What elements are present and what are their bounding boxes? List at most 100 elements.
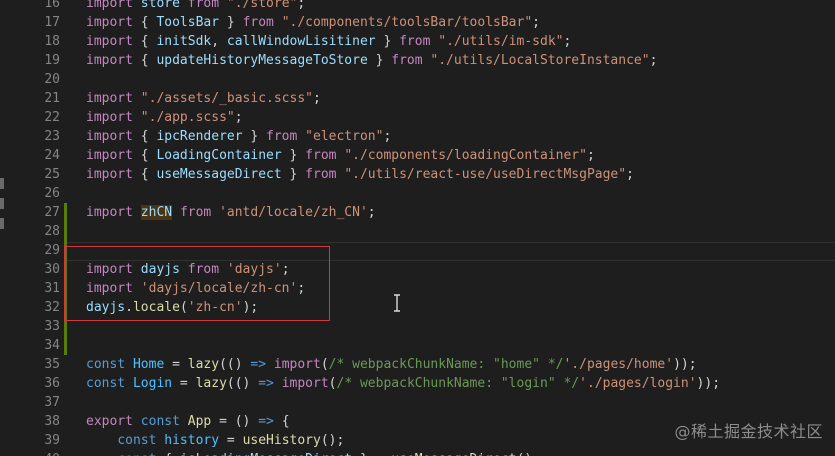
code-token: import [86, 91, 133, 106]
code-token: ipcRenderer [156, 129, 243, 144]
git-added-gutter-marker[interactable] [64, 203, 67, 222]
code-line[interactable]: 23 import { ipcRenderer } from "electron"… [0, 127, 835, 146]
code-token: ; [532, 15, 540, 30]
code-line[interactable]: 17 import { ToolsBar } from "./components… [0, 13, 835, 32]
left-edge-marker [0, 198, 4, 209]
code-line[interactable]: 19 import { updateHistoryMessageToStore }… [0, 51, 835, 70]
git-added-gutter-marker[interactable] [64, 336, 67, 355]
code-token: export [86, 414, 133, 429]
code-line[interactable]: 40 const { isLoadingMessageDirect } = us… [0, 450, 835, 456]
code-text: import { useMessageDirect } from "./util… [86, 165, 634, 184]
code-text: import { ToolsBar } from "./components/t… [86, 13, 540, 32]
code-token: from [391, 53, 423, 68]
code-token: } [219, 15, 243, 30]
code-token: from [187, 0, 220, 11]
code-token: './pages/home' [563, 357, 674, 372]
line-number: 18 [44, 34, 60, 49]
line-number: 22 [44, 110, 60, 125]
code-text: import { initSdk, callWindowLisitiner } … [86, 32, 571, 51]
line-number: 32 [44, 300, 60, 315]
code-token: import [273, 357, 321, 372]
code-token: { [132, 34, 157, 49]
code-line[interactable]: 22 import "./app.scss"; [0, 108, 835, 127]
code-token: from [179, 205, 212, 220]
code-line[interactable]: 20 [0, 70, 835, 89]
code-token: "./components/toolsBar/toolsBar" [281, 15, 533, 30]
code-editor[interactable]: 16 import store from "./store"; 17 import {… [0, 0, 835, 456]
code-line[interactable]: 25 import { useMessageDirect } from "./ut… [0, 165, 835, 184]
code-line[interactable]: 18 import { initSdk, callWindowLisitiner … [0, 32, 835, 51]
code-token: import [281, 376, 329, 391]
code-text: export const App = () => { [86, 412, 290, 431]
code-line[interactable]: 16 import store from "./store"; [0, 0, 835, 13]
code-token: } [242, 129, 267, 144]
line-number: 30 [44, 262, 60, 277]
code-token: from [305, 167, 337, 182]
code-token: "electron" [305, 129, 384, 144]
code-token: ( [328, 376, 337, 391]
code-token: import [86, 129, 133, 144]
code-token: } = [352, 452, 391, 456]
code-token: = [164, 357, 188, 372]
code-text: import store from "./store"; [86, 0, 305, 13]
code-text: import "./app.scss"; [86, 108, 243, 127]
code-token: )); [696, 376, 721, 391]
code-token: import [86, 167, 133, 182]
code-token: ; [297, 0, 306, 11]
code-line[interactable]: 34 [0, 336, 835, 355]
code-token: (() [219, 357, 251, 372]
code-token: /* webpackChunkName: "login" */ [336, 376, 580, 391]
code-token: => [250, 357, 267, 372]
code-token: App [187, 414, 212, 429]
code-line[interactable]: 37 [0, 393, 835, 412]
code-line[interactable]: 24 import { LoadingContainer } from "./co… [0, 146, 835, 165]
left-edge-marker [0, 178, 4, 189]
code-token: { [156, 452, 179, 456]
code-token: { [132, 167, 157, 182]
code-token: { [273, 414, 290, 429]
code-text: const { isLoadingMessageDirect } = useMe… [86, 450, 540, 456]
code-text: import zhCN from 'antd/locale/zh_CN'; [86, 203, 376, 222]
code-token: useMessageDirect [391, 452, 516, 456]
code-token: (() [226, 376, 259, 391]
code-line[interactable]: 21 import "./assets/_basic.scss"; [0, 89, 835, 108]
code-line[interactable]: 28 [0, 222, 835, 241]
code-token: => [258, 414, 274, 429]
code-token: "./components/loadingContainer" [344, 148, 587, 163]
line-number: 20 [44, 72, 60, 87]
code-line[interactable]: 35 const Home = lazy(() => import(/* webp… [0, 355, 835, 374]
line-number: 23 [44, 129, 60, 144]
git-added-gutter-marker[interactable] [64, 222, 67, 241]
code-token: } [367, 53, 392, 68]
line-number: 27 [44, 205, 60, 220]
line-number: 17 [44, 15, 60, 30]
code-line[interactable]: 27 import zhCN from 'antd/locale/zh_CN'; [0, 203, 835, 222]
code-token: ; [367, 205, 376, 220]
code-token: } [281, 167, 306, 182]
line-number: 16 [44, 0, 60, 11]
code-token: import [86, 34, 133, 49]
code-line[interactable]: 26 [0, 184, 835, 203]
code-token: updateHistoryMessageToStore [156, 53, 368, 68]
code-token: lazy [195, 376, 227, 391]
code-line[interactable]: 36 const Login = lazy(() => import(/* web… [0, 374, 835, 393]
code-token: "./utils/react-use/useDirectMsgPage" [344, 167, 627, 182]
code-token: } [281, 148, 306, 163]
code-token: ( [320, 357, 329, 372]
watermark: @稀土掘金技术社区 [674, 422, 823, 441]
code-token: { [132, 53, 157, 68]
line-number: 40 [0, 450, 60, 456]
line-number: 31 [44, 281, 60, 296]
code-token: = [172, 376, 196, 391]
code-text: import { ipcRenderer } from "electron"; [86, 127, 391, 146]
code-token: ; [586, 148, 595, 163]
code-token: Login [132, 376, 173, 391]
code-text: const Login = lazy(() => import(/* webpa… [86, 374, 720, 393]
